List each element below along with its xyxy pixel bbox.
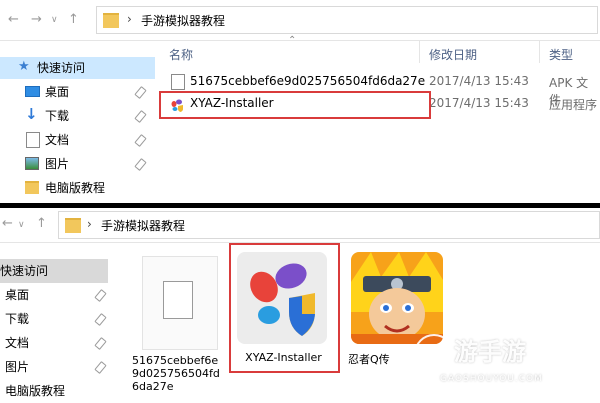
pin-icon[interactable] bbox=[94, 337, 107, 350]
file-date: 2017/4/13 15:43 bbox=[429, 96, 529, 110]
blank-file-icon bbox=[171, 74, 185, 90]
bottom-address-bar: ← ∨ ↑ › 手游模拟器教程 bbox=[0, 208, 600, 243]
file-label-line: 6da27e bbox=[132, 380, 174, 393]
sidebar-item-pc-tutorials[interactable]: 电脑版教程 bbox=[0, 177, 155, 199]
file-type: 应用程序 bbox=[549, 98, 598, 112]
sidebar-item-label: 下载 bbox=[45, 109, 70, 123]
highlight-box bbox=[229, 243, 340, 373]
top-sidebar: ★ 快速访问 桌面 ↓ 下载 文档 图片 电脑版教程 bbox=[0, 41, 155, 203]
sidebar-item-label: 桌面 bbox=[5, 288, 30, 302]
sort-ascending-icon: ⌃ bbox=[288, 35, 297, 46]
pin-icon[interactable] bbox=[134, 158, 147, 171]
file-label: 51675cebbef6e 9d025756504fd 6da27e bbox=[132, 354, 228, 393]
history-chevron-icon[interactable]: ∨ bbox=[51, 12, 58, 28]
pictures-icon bbox=[25, 157, 39, 170]
sidebar-item-label: 快速访问 bbox=[0, 264, 49, 278]
column-divider bbox=[419, 41, 420, 63]
path-box[interactable]: › 手游模拟器教程 bbox=[58, 211, 600, 239]
top-explorer-window: ← → ∨ ↑ › 手游模拟器教程 ★ 快速访问 桌面 ↓ 下载 文档 图片 电… bbox=[0, 0, 600, 203]
file-date: 2017/4/13 15:43 bbox=[429, 74, 529, 88]
sidebar-item-pictures[interactable]: 图片 bbox=[0, 355, 110, 379]
folder-icon bbox=[103, 13, 119, 28]
path-box[interactable]: › 手游模拟器教程 bbox=[96, 6, 598, 34]
breadcrumb-current[interactable]: 手游模拟器教程 bbox=[141, 12, 225, 29]
desktop-icon bbox=[25, 86, 40, 97]
watermark-logo-icon bbox=[414, 334, 454, 374]
file-label-line: 忍者Q传 bbox=[348, 353, 390, 366]
sidebar-item-label: 文档 bbox=[45, 133, 70, 147]
bottom-sidebar: 快速访问 桌面 下载 文档 图片 电脑版教程 bbox=[0, 243, 110, 400]
sidebar-item-desktop[interactable]: 桌面 bbox=[0, 81, 155, 103]
sidebar-item-documents[interactable]: 文档 bbox=[0, 331, 110, 355]
sidebar-item-documents[interactable]: 文档 bbox=[0, 129, 155, 151]
watermark: 游手游 GAOSHOUYOU.COM bbox=[414, 330, 600, 400]
pin-icon[interactable] bbox=[134, 110, 147, 123]
sidebar-item-label: 电脑版教程 bbox=[45, 181, 106, 195]
sidebar-item-label: 文档 bbox=[5, 336, 30, 350]
back-arrow-icon[interactable]: ← bbox=[2, 216, 13, 232]
up-arrow-icon[interactable]: ↑ bbox=[68, 12, 79, 28]
pin-icon[interactable] bbox=[134, 86, 147, 99]
sidebar-item-label: 桌面 bbox=[45, 85, 70, 99]
watermark-brand: 游手游 bbox=[454, 338, 526, 366]
star-icon: ★ bbox=[18, 59, 30, 74]
pin-icon[interactable] bbox=[134, 134, 147, 147]
sidebar-item-label: 电脑版教程 bbox=[5, 384, 66, 398]
watermark-url: GAOSHOUYOU.COM bbox=[440, 374, 543, 384]
sidebar-item-pc-tutorials[interactable]: 电脑版教程 bbox=[0, 379, 110, 403]
folder-icon bbox=[25, 181, 39, 194]
highlight-box bbox=[159, 91, 431, 119]
column-divider bbox=[539, 41, 540, 63]
file-label-line: 9d025756504fd bbox=[132, 367, 220, 380]
documents-icon bbox=[26, 132, 40, 148]
column-header-name[interactable]: 名称 bbox=[169, 46, 193, 63]
sidebar-item-label: 下载 bbox=[5, 312, 30, 326]
column-header-date[interactable]: 修改日期 bbox=[429, 46, 477, 63]
file-row[interactable]: 51675cebbef6e9d025756504fd6da27e 2017/4/… bbox=[155, 71, 600, 107]
up-arrow-icon[interactable]: ↑ bbox=[36, 216, 47, 232]
breadcrumb-chevron-icon: › bbox=[87, 217, 92, 231]
file-label-line: 51675cebbef6e bbox=[132, 354, 219, 367]
sidebar-item-desktop[interactable]: 桌面 bbox=[0, 283, 110, 307]
file-tile[interactable]: 51675cebbef6e 9d025756504fd 6da27e bbox=[130, 251, 230, 401]
breadcrumb-current[interactable]: 手游模拟器教程 bbox=[101, 217, 185, 234]
sidebar-item-label: 图片 bbox=[5, 360, 30, 374]
back-arrow-icon[interactable]: ← bbox=[8, 12, 19, 28]
sidebar-item-quick-access[interactable]: ★ 快速访问 bbox=[0, 57, 155, 79]
bottom-explorer-window: ← ∨ ↑ › 手游模拟器教程 快速访问 桌面 下载 文档 图片 电脑版教程 5… bbox=[0, 208, 600, 400]
sidebar-item-label: 快速访问 bbox=[37, 61, 86, 75]
pin-icon[interactable] bbox=[94, 313, 107, 326]
folder-icon bbox=[65, 218, 81, 233]
sidebar-item-label: 图片 bbox=[45, 157, 70, 171]
history-chevron-icon[interactable]: ∨ bbox=[18, 217, 25, 233]
sidebar-item-pictures[interactable]: 图片 bbox=[0, 153, 155, 175]
sidebar-item-downloads[interactable]: ↓ 下载 bbox=[0, 105, 155, 127]
sidebar-item-quick-access[interactable]: 快速访问 bbox=[0, 259, 108, 283]
top-address-bar: ← → ∨ ↑ › 手游模拟器教程 bbox=[0, 0, 600, 41]
column-header-type[interactable]: 类型 bbox=[549, 46, 573, 63]
top-file-list: ⌃ 名称 修改日期 类型 51675cebbef6e9d025756504fd6… bbox=[155, 35, 600, 203]
download-arrow-icon: ↓ bbox=[25, 105, 38, 123]
breadcrumb-chevron-icon: › bbox=[127, 12, 132, 26]
file-label: 忍者Q传 bbox=[348, 353, 408, 366]
sidebar-item-downloads[interactable]: 下载 bbox=[0, 307, 110, 331]
forward-arrow-icon[interactable]: → bbox=[31, 12, 42, 28]
blank-file-icon bbox=[163, 281, 193, 319]
file-name: 51675cebbef6e9d025756504fd6da27e bbox=[190, 74, 426, 88]
pin-icon[interactable] bbox=[94, 361, 107, 374]
pin-icon[interactable] bbox=[94, 289, 107, 302]
